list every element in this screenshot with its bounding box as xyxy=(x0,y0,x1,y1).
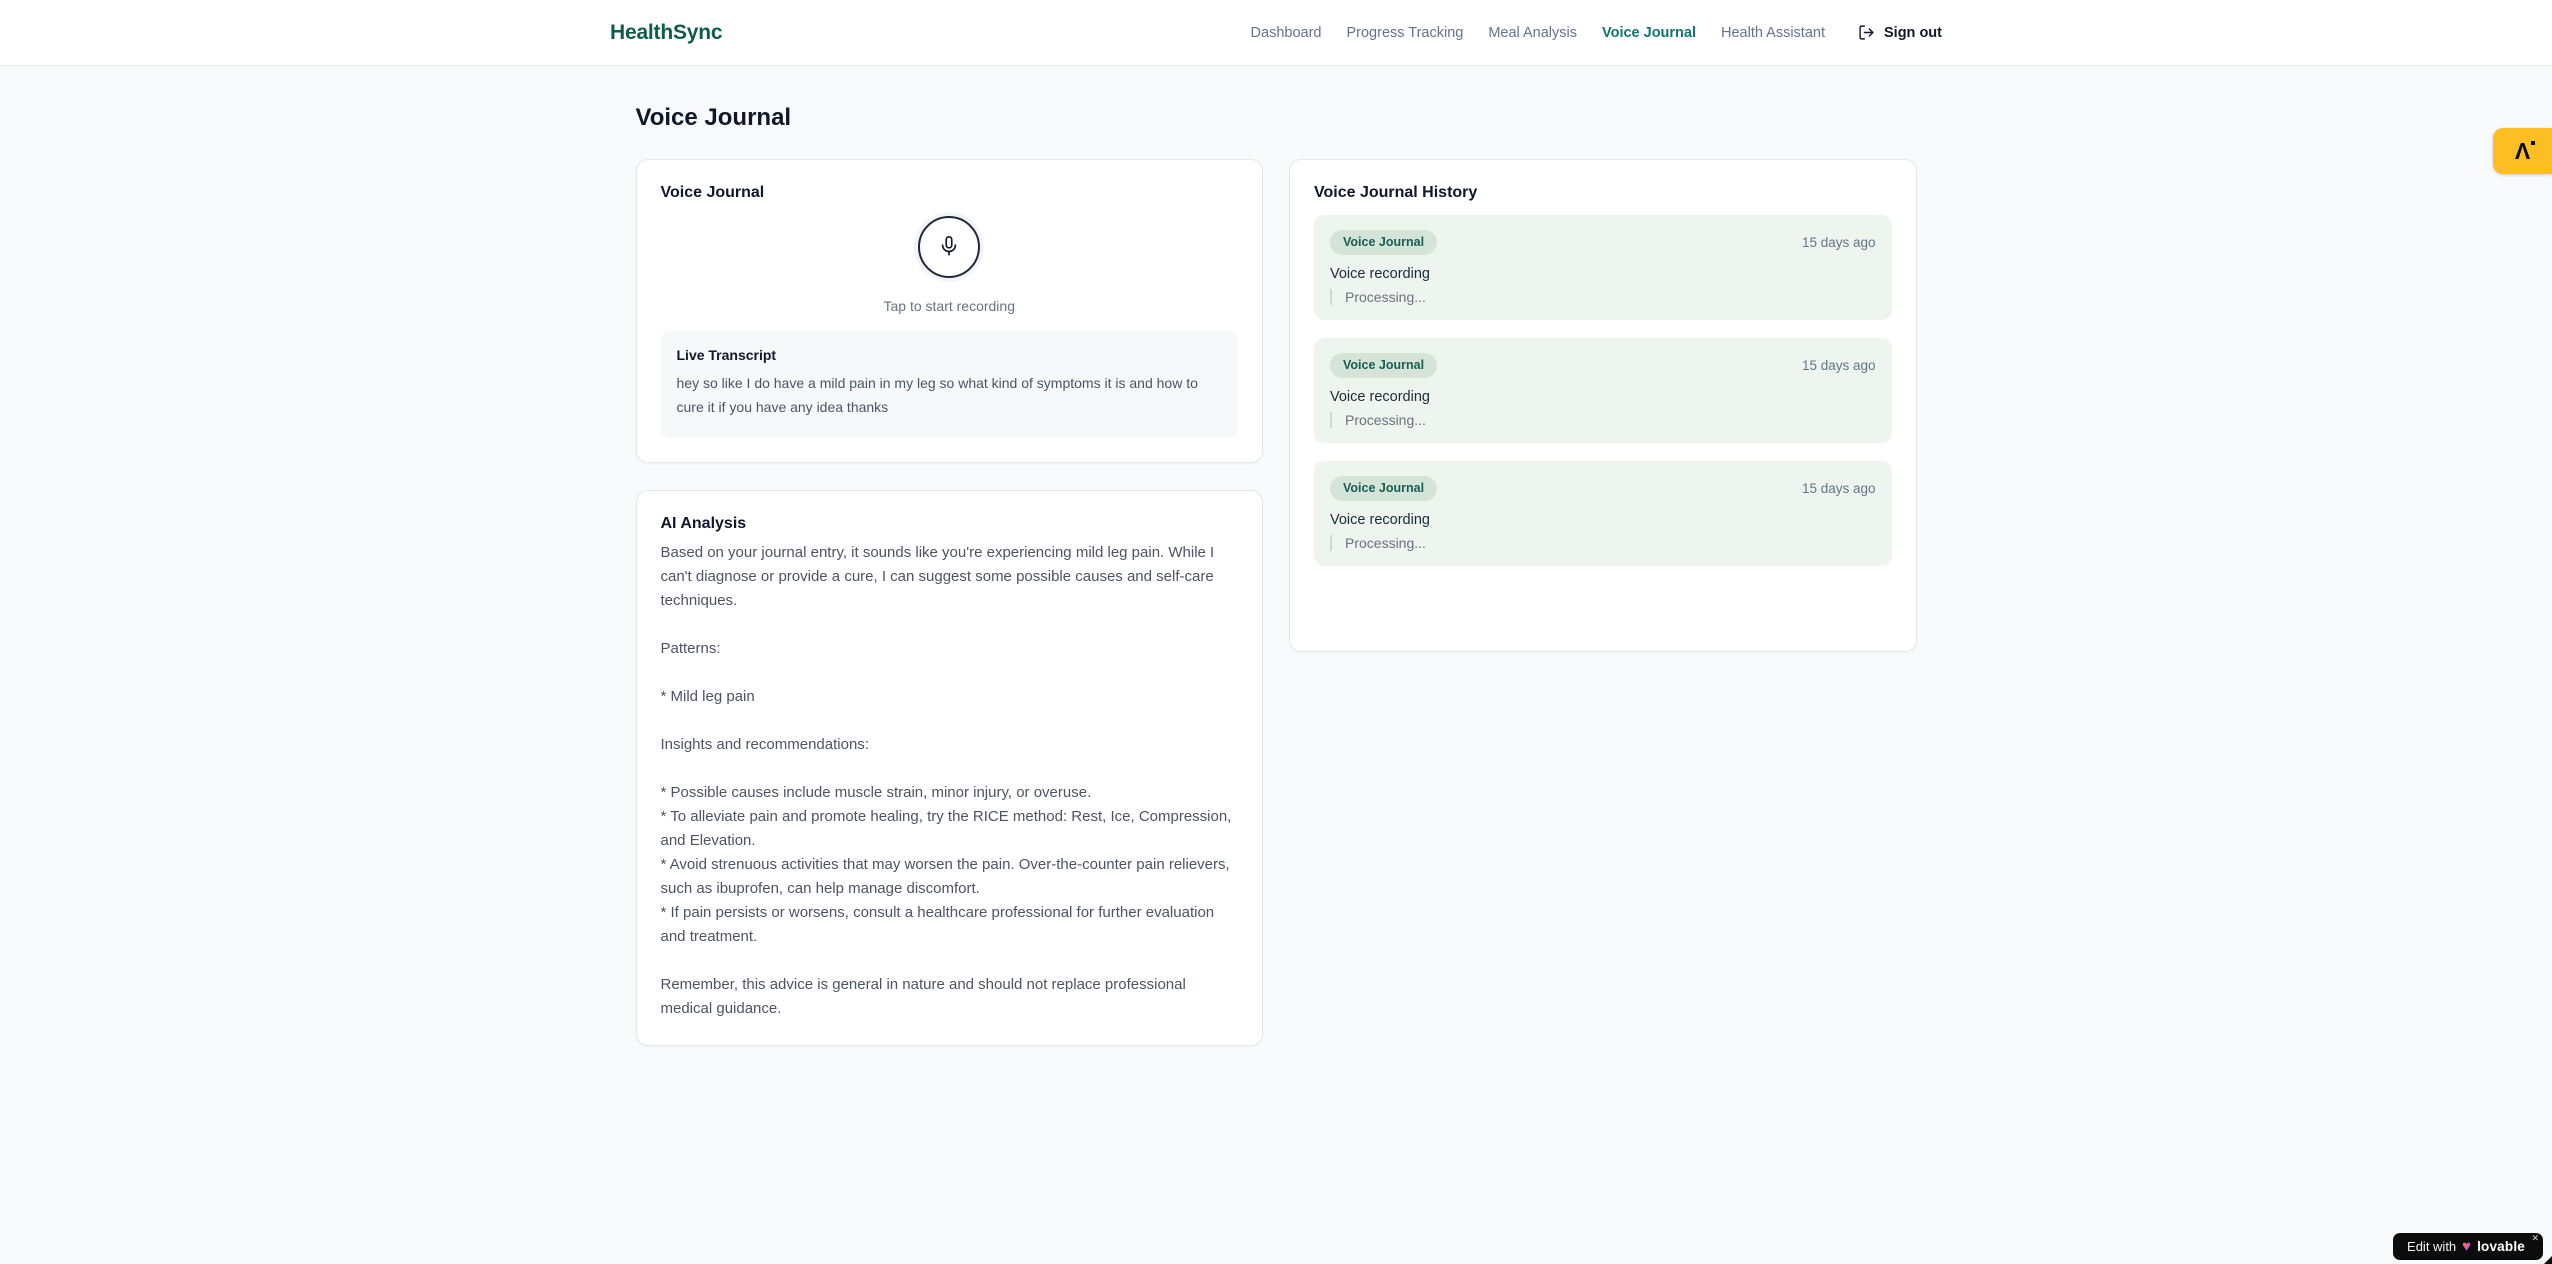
entry-timestamp: 15 days ago xyxy=(1801,481,1876,496)
logout-icon xyxy=(1858,24,1875,41)
badge-prefix: Edit with xyxy=(2407,1239,2457,1254)
corner-artifact xyxy=(2544,1256,2552,1264)
analysis-card: AI Analysis Based on your journal entry,… xyxy=(635,489,1263,1046)
entry-timestamp: 15 days ago xyxy=(1801,235,1876,250)
entry-status: Processing... xyxy=(1330,535,1876,551)
nav-health-assistant[interactable]: Health Assistant xyxy=(1721,25,1825,41)
recorder-card: Voice Journal Tap to start recording Liv… xyxy=(635,159,1263,463)
record-button[interactable] xyxy=(918,216,981,278)
entry-title: Voice recording xyxy=(1330,266,1430,282)
page-title: Voice Journal xyxy=(635,104,792,131)
nav-voice-journal[interactable]: Voice Journal xyxy=(1602,25,1696,41)
main-nav: Dashboard Progress Tracking Meal Analysi… xyxy=(1251,24,1942,41)
history-entry-header: Voice Journal 15 days ago xyxy=(1330,476,1876,501)
history-card-title: Voice Journal History xyxy=(1314,184,1478,201)
recorder-card-title: Voice Journal xyxy=(660,184,765,201)
sign-out-button[interactable]: Sign out xyxy=(1858,24,1942,41)
nav-dashboard[interactable]: Dashboard xyxy=(1251,25,1322,41)
app-header: HealthSync Dashboard Progress Tracking M… xyxy=(0,0,2552,66)
recorder-area: Tap to start recording xyxy=(661,202,1239,314)
analysis-text: Based on your journal entry, it sounds l… xyxy=(660,543,1232,1017)
entry-timestamp: 15 days ago xyxy=(1801,358,1876,373)
entry-title: Voice recording xyxy=(1330,389,1430,405)
entry-type-badge: Voice Journal xyxy=(1330,476,1438,501)
entry-status: Processing... xyxy=(1330,289,1876,305)
history-entry[interactable]: Voice Journal 15 days ago Voice recordin… xyxy=(1314,338,1892,443)
header-container: HealthSync Dashboard Progress Tracking M… xyxy=(610,0,1942,65)
transcript-text: hey so like I do have a mild pain in my … xyxy=(676,375,1198,415)
badge-brand: lovable xyxy=(2477,1239,2525,1254)
content-grid: Voice Journal Tap to start recording Liv… xyxy=(635,159,1917,1046)
nav-meal-analysis[interactable]: Meal Analysis xyxy=(1488,25,1577,41)
entry-type-badge: Voice Journal xyxy=(1330,230,1438,255)
live-transcript-box: Live Transcript hey so like I do have a … xyxy=(660,331,1238,438)
transcript-title: Live Transcript xyxy=(676,347,777,363)
record-hint: Tap to start recording xyxy=(883,298,1015,314)
right-column: Voice Journal History Voice Journal 15 d… xyxy=(1289,159,1917,652)
close-icon[interactable]: ✕ xyxy=(2531,1234,2539,1243)
entry-title: Voice recording xyxy=(1330,512,1430,528)
edit-with-lovable-badge[interactable]: ✕ Edit with ♥ lovable xyxy=(2393,1233,2543,1260)
lovable-mark-icon: Λ xyxy=(2514,137,2536,164)
heart-icon: ♥ xyxy=(2462,1238,2472,1255)
entry-status: Processing... xyxy=(1330,412,1876,428)
lovable-side-tab[interactable]: Λ xyxy=(2493,128,2552,174)
left-column: Voice Journal Tap to start recording Liv… xyxy=(635,159,1263,1046)
history-entry-header: Voice Journal 15 days ago xyxy=(1330,230,1876,255)
microphone-icon xyxy=(938,235,960,260)
history-entry[interactable]: Voice Journal 15 days ago Voice recordin… xyxy=(1314,461,1892,566)
history-entry[interactable]: Voice Journal 15 days ago Voice recordin… xyxy=(1314,215,1892,320)
sign-out-label: Sign out xyxy=(1884,24,1942,41)
history-card: Voice Journal History Voice Journal 15 d… xyxy=(1289,159,1917,652)
main-content: Voice Journal Voice Journal Tap to start… xyxy=(635,66,1917,1046)
history-entry-header: Voice Journal 15 days ago xyxy=(1330,353,1876,378)
entry-type-badge: Voice Journal xyxy=(1330,353,1438,378)
analysis-card-title: AI Analysis xyxy=(660,514,747,532)
nav-progress-tracking[interactable]: Progress Tracking xyxy=(1346,25,1463,41)
app-logo[interactable]: HealthSync xyxy=(610,21,723,45)
